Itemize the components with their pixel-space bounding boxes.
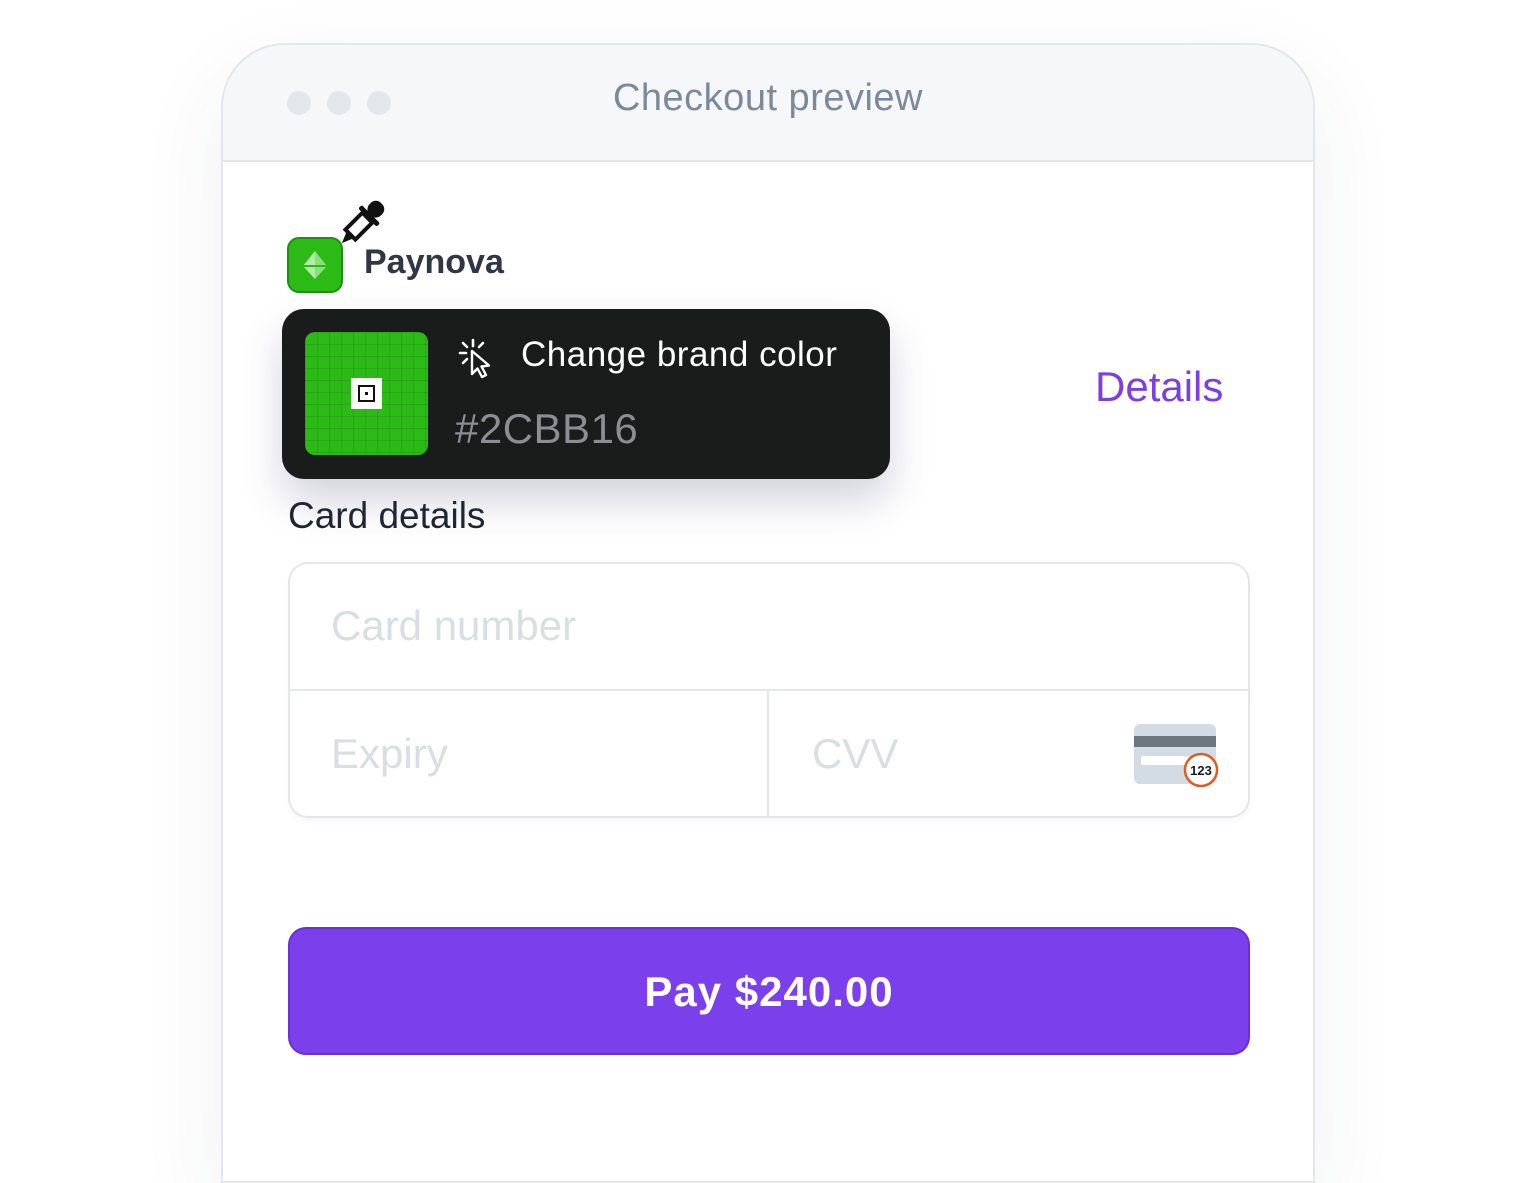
color-target-icon: [351, 378, 382, 409]
card-row-divider: [290, 689, 1248, 691]
pay-button[interactable]: Pay $240.00: [288, 927, 1250, 1055]
details-link[interactable]: Details: [1095, 363, 1223, 411]
click-cursor-icon: [458, 338, 491, 379]
brand-color-popover: Change brand color #2CBB16: [282, 309, 890, 479]
popover-title: Change brand color: [521, 335, 838, 374]
brand-logo-icon: [303, 251, 327, 279]
card-details-form: 123: [288, 562, 1250, 818]
checkout-window: Checkout preview Paynova Details Card de…: [221, 43, 1315, 1183]
expiry-input[interactable]: [331, 722, 731, 786]
eyedropper-icon[interactable]: [329, 193, 393, 255]
brand-color-hex[interactable]: #2CBB16: [455, 405, 638, 453]
card-column-divider: [767, 691, 769, 816]
cvv-badge-text: 123: [1190, 763, 1212, 778]
card-details-label: Card details: [288, 495, 486, 536]
brand-color-swatch[interactable]: [305, 332, 428, 455]
cvv-input[interactable]: [812, 722, 1092, 786]
window-titlebar: Checkout preview: [223, 45, 1313, 162]
cvv-card-icon: 123: [1134, 724, 1219, 788]
card-number-input[interactable]: [331, 594, 1211, 658]
window-title: Checkout preview: [612, 77, 924, 119]
